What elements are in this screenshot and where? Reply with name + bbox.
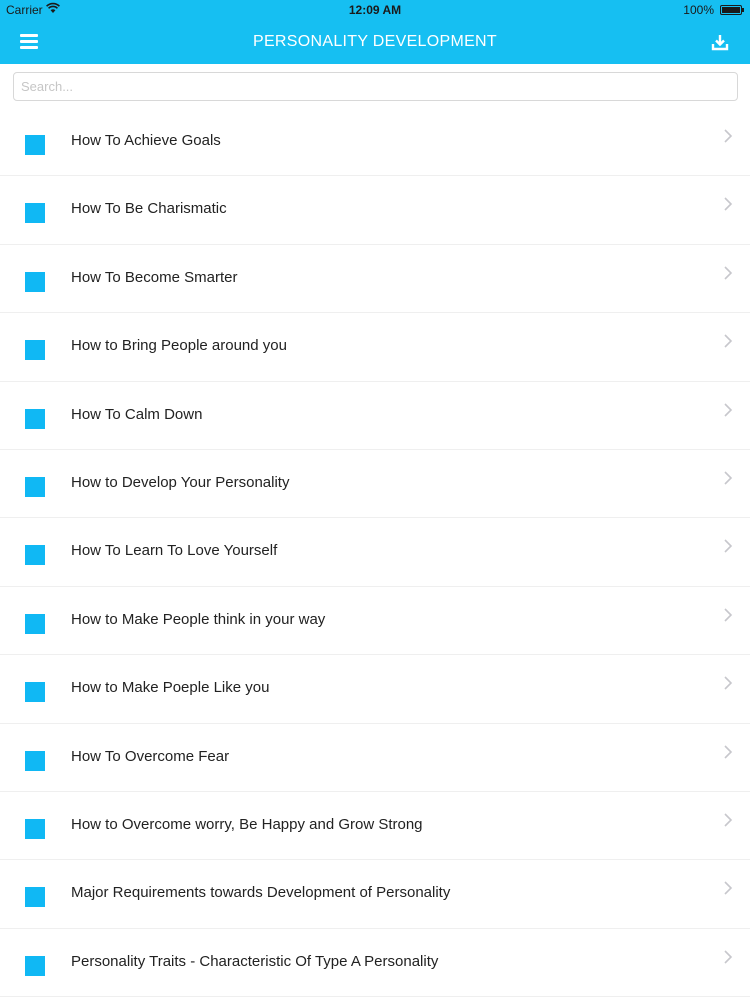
list-item-label: How to Develop Your Personality [71,473,290,491]
chevron-right-icon [722,263,734,283]
square-bullet-icon [25,476,45,497]
list-item[interactable]: How to Make Poeple Like you [0,655,750,724]
square-bullet-icon [25,408,45,429]
list-item-label: How To Overcome Fear [71,747,230,765]
square-bullet-icon [25,340,45,361]
square-bullet-icon [25,955,45,976]
square-bullet-icon [25,887,45,908]
square-bullet-icon [25,271,45,292]
topic-list: How To Achieve Goals How To Be Charismati… [0,108,750,998]
search-input[interactable] [14,73,737,100]
chevron-right-icon [722,331,734,351]
list-item-label: How To Become Smarter [71,268,238,286]
navigation-bar: PERSONALITY DEVELOPMENT [0,20,750,64]
list-item-label: Major Requirements towards Development o… [71,884,451,902]
list-item-label: How To Achieve Goals [71,132,221,149]
square-bullet-icon [25,682,45,703]
square-bullet-icon [25,613,45,634]
list-item[interactable]: Major Requirements towards Development o… [0,860,750,929]
list-item[interactable]: How to Overcome worry, Be Happy and Grow… [0,792,750,861]
list-item-label: Personality Traits - Characteristic Of T… [71,952,439,970]
chevron-right-icon [722,468,734,488]
list-item[interactable]: How To Overcome Fear [0,724,750,792]
clock: 12:09 AM [348,3,402,17]
square-bullet-icon [25,818,45,839]
list-item[interactable]: How To Achieve Goals [0,108,750,177]
list-item[interactable]: How To Calm Down [0,382,750,450]
square-bullet-icon [25,135,45,155]
list-item[interactable]: How to Bring People around you [0,313,750,382]
list-item[interactable]: How To Become Smarter [0,245,750,314]
download-icon[interactable] [710,32,730,52]
chevron-right-icon [722,947,734,967]
list-item-label: How To Calm Down [71,405,203,423]
battery-icon [720,5,744,15]
list-item[interactable]: How To Be Charismatic [0,176,750,245]
battery-percentage: 100% [683,3,714,17]
list-item[interactable]: How To Learn To Love Yourself [0,518,750,587]
chevron-right-icon [722,742,734,762]
list-item-label: How to Bring People around you [71,337,287,355]
status-bar: Carrier 12:09 AM 100% [0,0,750,20]
list-item-label: How To Learn To Love Yourself [71,542,278,560]
square-bullet-icon [25,750,45,771]
list-item[interactable]: How to Make People think in your way [0,587,750,656]
square-bullet-icon [25,545,45,566]
page-title: PERSONALITY DEVELOPMENT [252,33,497,50]
chevron-right-icon [722,194,734,214]
chevron-right-icon [722,673,734,693]
chevron-right-icon [722,605,734,625]
search-bar [13,72,738,101]
list-item-label: How To Be Charismatic [71,200,227,218]
chevron-right-icon [722,878,734,898]
list-item-label: How to Make Poeple Like you [71,679,270,697]
chevron-right-icon [722,810,734,830]
list-item-label: How to Overcome worry, Be Happy and Grow… [71,815,423,833]
list-item-label: How to Make People think in your way [71,610,326,628]
chevron-right-icon [722,126,734,146]
square-bullet-icon [25,203,45,224]
list-item[interactable]: Personality Traits - Characteristic Of T… [0,929,750,998]
chevron-right-icon [722,400,734,420]
list-item[interactable]: How to Develop Your Personality [0,450,750,519]
chevron-right-icon [722,536,734,556]
